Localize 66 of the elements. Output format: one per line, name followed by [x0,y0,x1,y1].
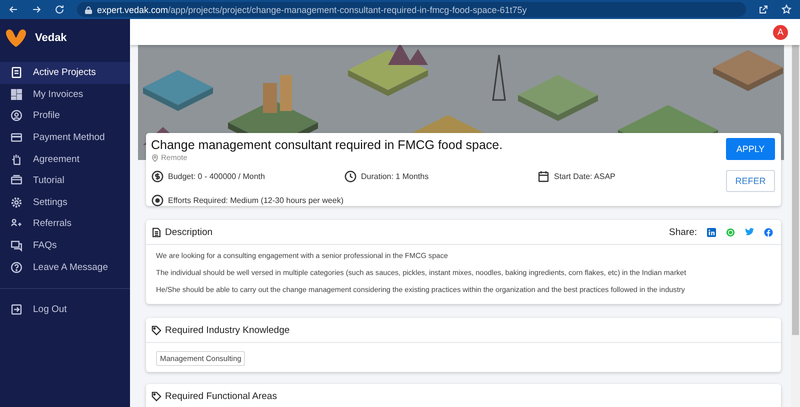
back-icon [8,4,19,15]
url-text: expert.vedak.com/app/projects/project/change-management-consultant-required-in-fmcg-food-space-61t75y [97,4,527,14]
project-detail: Start Date: ASAP [554,172,616,181]
sidebar-label: Leave A Message [33,262,108,273]
lock-icon [85,6,92,14]
section-title: Description [165,226,214,238]
target-icon [151,194,164,207]
refer-button[interactable]: REFER [726,170,775,192]
address-bar[interactable]: expert.vedak.com/app/projects/project/change-management-consultant-required-in-fmcg-food-space-61t75y [77,2,746,17]
clock-icon [344,170,357,183]
sidebar-label: Log Out [33,304,67,316]
brand-name: Vedak [35,32,67,44]
share-label: Share: [669,226,697,238]
forward-icon [31,4,42,15]
sidebar-label: Payment Method [33,132,105,144]
monitor-icon [10,174,23,188]
project-detail: Efforts Required: Medium (12-30 hours per week) [168,196,344,205]
card-icon [10,131,23,144]
pin-icon [151,154,159,162]
apply-button[interactable]: APPLY [726,138,775,160]
reload-icon [54,4,65,15]
project-detail: Budget: 0 - 400000 / Month [168,172,265,181]
project-detail: Duration: 1 Months [361,172,429,181]
star-icon [781,4,792,15]
logout-icon [10,303,23,316]
sidebar-label: My Invoices [33,88,84,100]
section-title: Required Industry Knowledge [165,324,291,336]
sidebar-label: FAQs [33,240,57,252]
sidebar-item[interactable]: Referrals [0,213,130,235]
scrollbar[interactable] [791,45,800,407]
document-icon [10,66,23,80]
facebook-icon[interactable] [764,228,773,236]
gear-icon [10,196,23,209]
linkedin-icon[interactable] [707,228,716,236]
dollar-icon [151,170,164,183]
sidebar-label: Profile [33,110,60,122]
sidebar-item[interactable]: Tutorial [0,170,130,192]
sidebar-item[interactable]: Active Projects [0,62,130,84]
sidebar-item[interactable]: Log Out [0,298,130,321]
tag-icon [151,324,162,336]
hand-icon [10,152,23,166]
sidebar-label: Tutorial [33,175,64,186]
sidebar-item[interactable]: Leave A Message [0,256,130,278]
section-title: Required Functional Areas [165,390,278,402]
question-icon [10,260,23,274]
sidebar-label: Settings [33,196,68,208]
sidebar-item[interactable]: Agreement [0,148,130,170]
tag-icon [151,390,162,402]
chat-icon [10,239,23,252]
grid-icon [10,88,23,101]
share-icon [758,4,769,15]
sidebar-label: Active Projects [33,67,96,78]
twitter-icon[interactable] [745,228,754,236]
document-icon [151,226,162,238]
avatar[interactable]: A [773,24,788,40]
sidebar-item[interactable]: Profile [0,105,130,127]
user-icon [10,109,23,122]
sidebar-item[interactable]: FAQs [0,234,130,256]
sidebar-label: Agreement [33,154,80,165]
logo-icon [5,28,27,48]
sidebar-item[interactable]: Payment Method [0,126,130,148]
sidebar-item[interactable]: Settings [0,192,130,214]
project-title: Change management consultant required in FMCG food space. [151,138,504,152]
sidebar-label: Referrals [33,218,72,230]
calendar-icon [537,170,550,183]
sidebar-item[interactable]: My Invoices [0,84,130,106]
